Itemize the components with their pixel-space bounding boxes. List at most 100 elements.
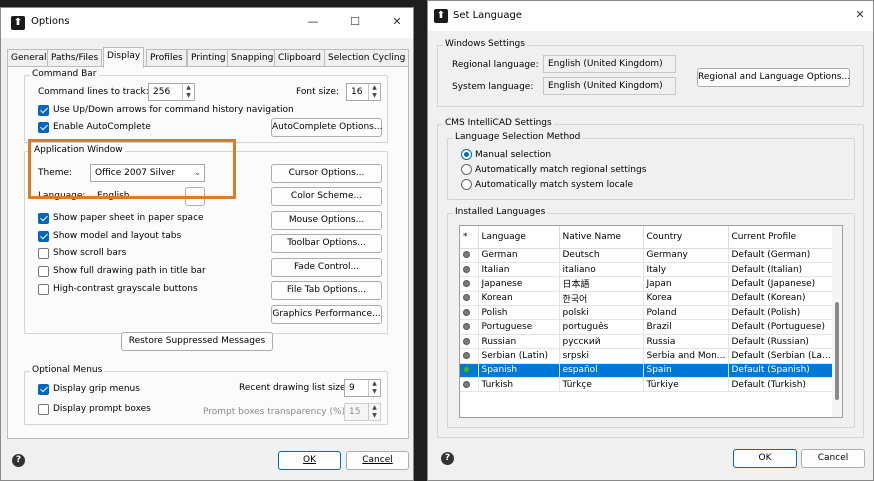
method-option-label: Automatically match system locale [475,180,634,190]
graphics-performance-button[interactable]: Graphics Performance... [271,305,382,324]
language-status-icon [463,351,470,359]
close-icon[interactable]: ✕ [385,12,409,32]
match-regional-radio[interactable] [461,164,472,175]
tab-paths-files[interactable]: Paths/Files [47,49,103,67]
set-language-titlebar: ⬆ Set Language ✕ [428,1,873,31]
cms-settings-label: CMS IntelliCAD Settings [443,118,554,128]
table-row[interactable]: Russian русский Russia Default (Russian) [460,334,835,350]
tab-general[interactable]: General [7,49,51,67]
help-icon[interactable]: ? [441,452,454,465]
transparency-stepper: 15 ▲ ▼ [344,403,381,421]
languages-scrollbar[interactable] [832,226,842,417]
tab-printing[interactable]: Printing [187,49,230,67]
column-header[interactable]: * [460,226,479,249]
column-header[interactable]: Country [643,226,729,249]
set-language-cancel-button[interactable]: Cancel [801,449,865,468]
autocomplete-label: Enable AutoComplete [53,122,151,132]
help-icon[interactable]: ? [12,454,25,467]
column-header[interactable]: Current Profile [728,226,835,249]
transparency-label: Prompt boxes transparency (%): [203,407,349,417]
app-logo-icon: ⬆ [434,9,448,23]
regional-language-field: English (United Kingdom) [543,55,676,73]
command-bar-label: Command Bar [30,69,99,79]
table-row[interactable]: German Deutsch Germany Default (German) [460,248,835,263]
manual-selection-radio[interactable] [461,149,472,160]
language-status-icon [463,265,470,273]
color-scheme-button[interactable]: Color Scheme... [271,187,382,206]
tab-display[interactable]: Display [103,47,145,68]
stepper-arrows-icon[interactable]: ▲ ▼ [368,380,380,396]
column-header[interactable]: Language [478,226,560,249]
table-row[interactable]: Portuguese português Brazil Default (Portug… [460,319,835,335]
set-language-ok-button[interactable]: OK [733,449,797,468]
language-status-icon [463,337,470,345]
display-check-3[interactable] [38,266,49,277]
language-status-icon [463,308,470,316]
set-language-dialog: ⬆ Set Language ✕ Windows Settings Region… [427,0,874,481]
language-status-icon [463,279,470,287]
table-row[interactable]: Korean 한국어 Korea Default (Korean) [460,291,835,307]
table-row[interactable]: Turkish Türkçe Türkiye Default (Turkish) [460,377,835,393]
method-option-label: Automatically match regional settings [475,165,647,175]
system-language-label: System language: [452,82,534,92]
stepper-arrows-icon: ▲ ▼ [368,404,380,420]
options-title: Options [31,16,70,27]
cursor-options-button[interactable]: Cursor Options... [271,164,382,183]
display-check-4[interactable] [38,284,49,295]
display-check-0[interactable] [38,213,49,224]
toolbar-options-button[interactable]: Toolbar Options... [271,234,382,253]
regional-options-button[interactable]: Regional and Language Options... [697,68,850,87]
autocomplete-checkbox[interactable] [38,122,49,133]
languages-list[interactable]: * Language Native Name Country Current P… [459,225,843,418]
windows-settings-label: Windows Settings [443,39,527,49]
stepper-arrows-icon[interactable]: ▲ ▼ [182,84,194,100]
command-lines-label: Command lines to track: [38,87,149,97]
table-row-selected[interactable]: Spanish español Spain Default (Spanish) [460,363,835,379]
installed-languages-label: Installed Languages [453,207,548,217]
scrollbar-thumb[interactable] [835,302,839,400]
prompt-boxes-checkbox[interactable] [38,404,49,415]
table-row[interactable]: Polish polski Poland Default (Polish) [460,305,835,321]
column-header[interactable]: Native Name [559,226,644,249]
options-cancel-button[interactable]: Cancel [346,451,409,470]
tab-snapping[interactable]: Snapping [227,49,278,67]
table-header-row: * Language Native Name Country Current P… [460,226,835,249]
display-check-label: Show full drawing path in title bar [53,266,206,276]
tab-profiles[interactable]: Profiles [146,49,187,67]
display-check-label: Show paper sheet in paper space [53,213,204,223]
language-status-icon [463,251,470,259]
close-icon[interactable]: ✕ [848,5,872,25]
display-check-2[interactable] [38,248,49,259]
maximize-icon[interactable]: ☐ [343,12,367,32]
recent-list-label: Recent drawing list size: [239,383,349,393]
prompt-boxes-label: Display prompt boxes [53,404,151,414]
updown-checkbox[interactable] [38,105,49,116]
table-row[interactable]: Italian italiano Italy Default (Italian) [460,262,835,278]
regional-language-label: Regional language: [452,60,539,70]
file-tab-options-button[interactable]: File Tab Options... [271,281,382,300]
command-lines-stepper[interactable]: 256 ▲ ▼ [148,83,195,101]
font-size-stepper[interactable]: 16 ▲ ▼ [346,83,381,101]
table-row[interactable]: Japanese 日本語 Japan Default (Japanese) [460,276,835,292]
recent-list-stepper[interactable]: 9 ▲ ▼ [344,379,381,397]
language-status-icon [463,380,470,388]
language-status-icon [463,294,470,302]
fade-control-button[interactable]: Fade Control... [271,258,382,277]
tab-selection-cycling[interactable]: Selection Cycling [324,49,410,67]
autocomplete-options-button[interactable]: AutoComplete Options... [271,118,382,137]
match-system-radio[interactable] [461,179,472,190]
system-language-field: English (United Kingdom) [543,77,676,95]
tab-clipboard[interactable]: Clipboard [274,49,325,67]
table-row[interactable]: Serbian (Latin) srpski Serbia and Mon... De… [460,348,835,364]
display-check-label: Show scroll bars [53,248,127,258]
options-ok-button[interactable]: OK [278,451,341,470]
minimize-icon[interactable]: — [301,12,325,32]
display-check-1[interactable] [38,231,49,242]
grip-menus-checkbox[interactable] [38,384,49,395]
options-dialog: ⬆ Options — ☐ ✕ General Paths/Files Disp… [0,7,414,481]
stepper-arrows-icon[interactable]: ▲ ▼ [368,84,380,100]
app-logo-icon: ⬆ [11,16,25,30]
mouse-options-button[interactable]: Mouse Options... [271,211,382,230]
restore-messages-button[interactable]: Restore Suppressed Messages [121,332,273,351]
display-check-label: High-contrast grayscale buttons [53,284,198,294]
